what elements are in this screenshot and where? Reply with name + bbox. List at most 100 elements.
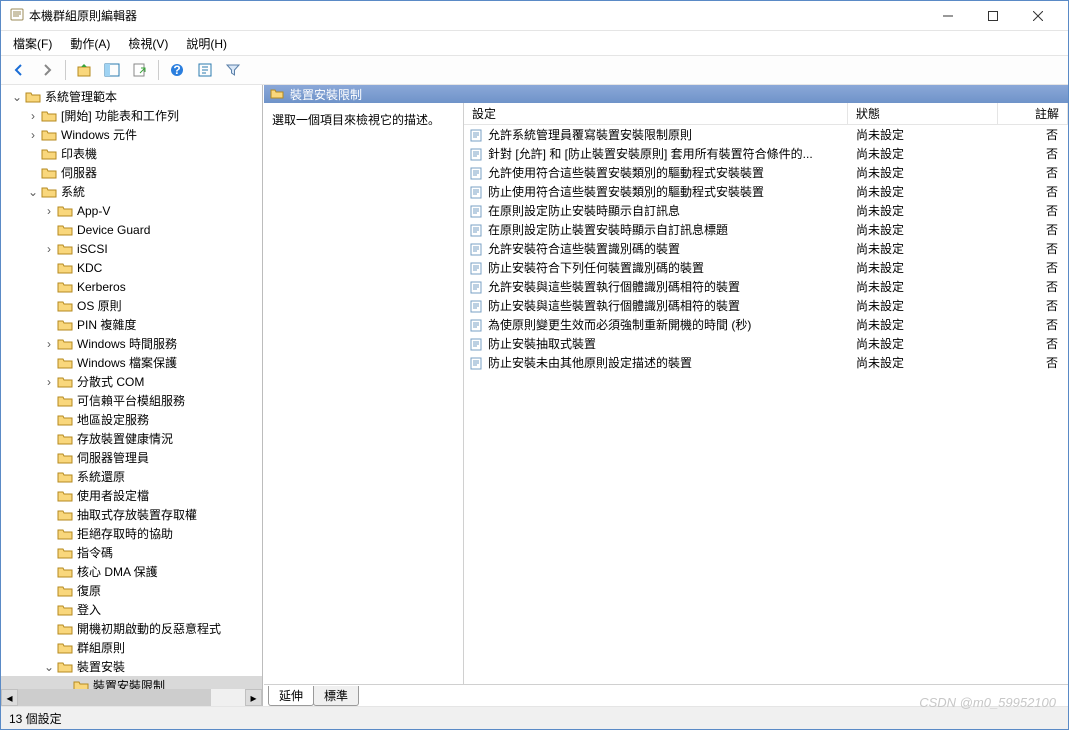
state-cell: 尚未設定	[848, 316, 998, 333]
list-row[interactable]: 在原則設定防止安裝時顯示自訂訊息尚未設定否	[464, 201, 1068, 220]
expand-icon[interactable]: ›	[41, 337, 57, 351]
minimize-button[interactable]	[925, 2, 970, 30]
folder-icon	[57, 488, 73, 504]
list-row[interactable]: 允許安裝與這些裝置執行個體識別碼相符的裝置尚未設定否	[464, 277, 1068, 296]
scroll-left-icon[interactable]: ◂	[1, 689, 18, 706]
folder-icon	[41, 165, 57, 181]
tree-node-locale[interactable]: 地區設定服務	[1, 410, 262, 429]
maximize-button[interactable]	[970, 2, 1015, 30]
expand-icon[interactable]: ›	[41, 204, 57, 218]
col-setting[interactable]: 設定	[464, 103, 848, 124]
menu-action[interactable]: 動作(A)	[62, 33, 118, 54]
expand-icon[interactable]: ›	[25, 109, 41, 123]
tree-node-userset[interactable]: 使用者設定檔	[1, 486, 262, 505]
list-row[interactable]: 防止安裝與這些裝置執行個體識別碼相符的裝置尚未設定否	[464, 296, 1068, 315]
tree-node-sysrestore[interactable]: 系統還原	[1, 467, 262, 486]
tree-node-tpm[interactable]: 可信賴平台模組服務	[1, 391, 262, 410]
tab-standard[interactable]: 標準	[313, 686, 359, 706]
note-cell: 否	[998, 126, 1068, 143]
folder-icon	[41, 108, 57, 124]
tree-node-ospolicy[interactable]: OS 原則	[1, 296, 262, 315]
tree-node-server[interactable]: 伺服器	[1, 163, 262, 182]
expand-icon[interactable]: ›	[41, 375, 57, 389]
tree-node-kerberos[interactable]: Kerberos	[1, 277, 262, 296]
list-row[interactable]: 防止安裝抽取式裝置尚未設定否	[464, 334, 1068, 353]
tree-node-admtemplates[interactable]: ⌄系統管理範本	[1, 87, 262, 106]
tab-extended[interactable]: 延伸	[268, 686, 314, 706]
list-row[interactable]: 防止安裝未由其他原則設定描述的裝置尚未設定否	[464, 353, 1068, 372]
list-row[interactable]: 為使原則變更生效而必須強制重新開機的時間 (秒)尚未設定否	[464, 315, 1068, 334]
tree-node-iscsi[interactable]: ›iSCSI	[1, 239, 262, 258]
list-row[interactable]: 允許系統管理員覆寫裝置安裝限制原則尚未設定否	[464, 125, 1068, 144]
export-button[interactable]	[128, 58, 152, 82]
tree-label: Windows 元件	[61, 126, 137, 143]
tree-node-wincomp[interactable]: › Windows 元件	[1, 125, 262, 144]
list-row[interactable]: 在原則設定防止裝置安裝時顯示自訂訊息標題尚未設定否	[464, 220, 1068, 239]
list-row[interactable]: 防止安裝符合下列任何裝置識別碼的裝置尚未設定否	[464, 258, 1068, 277]
help-button[interactable]: ?	[165, 58, 189, 82]
expand-icon[interactable]: ›	[25, 128, 41, 142]
tree-node-earlylaunch[interactable]: 開機初期啟動的反惡意程式	[1, 619, 262, 638]
back-button[interactable]	[7, 58, 31, 82]
folder-icon	[57, 298, 73, 314]
tree-node-wintime[interactable]: ›Windows 時間服務	[1, 334, 262, 353]
forward-button[interactable]	[35, 58, 59, 82]
tree-node-winfile[interactable]: Windows 檔案保護	[1, 353, 262, 372]
tree-node-appv[interactable]: › App-V	[1, 201, 262, 220]
setting-label: 防止安裝抽取式裝置	[488, 335, 596, 352]
col-note[interactable]: 註解	[998, 103, 1068, 124]
collapse-icon[interactable]: ⌄	[25, 185, 41, 199]
list-row[interactable]: 針對 [允許] 和 [防止裝置安裝原則] 套用所有裝置符合條件的...尚未設定否	[464, 144, 1068, 163]
state-cell: 尚未設定	[848, 202, 998, 219]
tree-label: App-V	[77, 204, 110, 218]
scroll-thumb[interactable]	[18, 689, 211, 706]
tree-node-kdc[interactable]: KDC	[1, 258, 262, 277]
content-pane: 裝置安裝限制 選取一個項目來檢視它的描述。 設定 狀態 註解 允許系統管理員覆寫…	[263, 85, 1068, 706]
menu-view[interactable]: 檢視(V)	[120, 33, 176, 54]
tree-node-recover[interactable]: 復原	[1, 581, 262, 600]
tree-label: 群組原則	[77, 639, 125, 656]
tree-label: 復原	[77, 582, 101, 599]
properties-button[interactable]	[193, 58, 217, 82]
tree-node-printer[interactable]: 印表機	[1, 144, 262, 163]
list-row[interactable]: 允許安裝符合這些裝置識別碼的裝置尚未設定否	[464, 239, 1068, 258]
scroll-right-icon[interactable]: ▸	[245, 689, 262, 706]
tree-node-devguard[interactable]: Device Guard	[1, 220, 262, 239]
tree-node-dcom[interactable]: ›分散式 COM	[1, 372, 262, 391]
collapse-icon[interactable]: ⌄	[41, 660, 57, 674]
folder-icon	[57, 526, 73, 542]
tree-hscroll[interactable]: ◂ ▸	[1, 689, 262, 706]
tree-node-system[interactable]: ⌄系統	[1, 182, 262, 201]
list-row[interactable]: 允許使用符合這些裝置安裝類別的驅動程式安裝裝置尚未設定否	[464, 163, 1068, 182]
tree-node-script[interactable]: 指令碼	[1, 543, 262, 562]
folder-icon	[57, 507, 73, 523]
state-cell: 尚未設定	[848, 278, 998, 295]
menu-file[interactable]: 檔案(F)	[5, 33, 60, 54]
up-button[interactable]	[72, 58, 96, 82]
state-cell: 尚未設定	[848, 354, 998, 371]
filter-button[interactable]	[221, 58, 245, 82]
menu-help[interactable]: 說明(H)	[178, 33, 235, 54]
col-state[interactable]: 狀態	[848, 103, 998, 124]
tree-node-dma[interactable]: 核心 DMA 保護	[1, 562, 262, 581]
tree-node-start[interactable]: ›[開始] 功能表和工作列	[1, 106, 262, 125]
show-hide-tree-button[interactable]	[100, 58, 124, 82]
close-button[interactable]	[1015, 2, 1060, 30]
tree-node-storage[interactable]: 存放裝置健康情況	[1, 429, 262, 448]
tree-node-srvmgr[interactable]: 伺服器管理員	[1, 448, 262, 467]
tree-node-gpolicy[interactable]: 群組原則	[1, 638, 262, 657]
tree-node-login[interactable]: 登入	[1, 600, 262, 619]
tree-node-pin[interactable]: PIN 複雜度	[1, 315, 262, 334]
list-row[interactable]: 防止使用符合這些裝置安裝類別的驅動程式安裝裝置尚未設定否	[464, 182, 1068, 201]
collapse-icon[interactable]: ⌄	[9, 90, 25, 104]
note-cell: 否	[998, 316, 1068, 333]
status-count: 13 個設定	[9, 710, 62, 727]
tree-label: 使用者設定檔	[77, 487, 149, 504]
tree-node-denyhelp[interactable]: 拒絕存取時的協助	[1, 524, 262, 543]
tree-node-devinstall[interactable]: ⌄裝置安裝	[1, 657, 262, 676]
setting-icon	[470, 185, 484, 199]
tree-pane[interactable]: ⌄系統管理範本 ›[開始] 功能表和工作列 › Windows 元件 印表機 伺服…	[1, 85, 263, 706]
expand-icon[interactable]: ›	[41, 242, 57, 256]
window-title: 本機群組原則編輯器	[25, 7, 925, 24]
tree-node-removable[interactable]: 抽取式存放裝置存取權	[1, 505, 262, 524]
